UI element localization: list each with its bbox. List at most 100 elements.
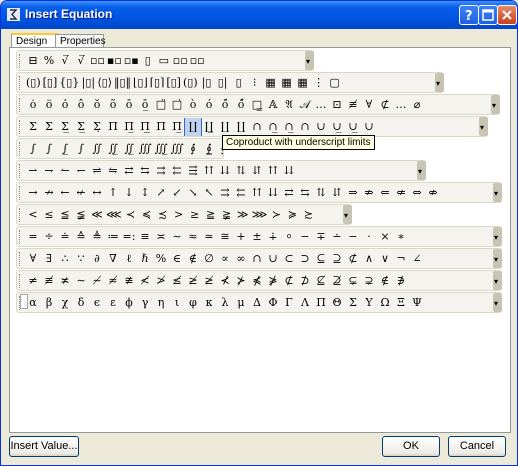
symbol-button[interactable]: √̅ [57, 52, 73, 70]
symbol-button[interactable]: ⇈ [249, 184, 265, 202]
symbol-button[interactable]: Υ [361, 294, 377, 312]
symbol-button[interactable]: □̈ [153, 96, 169, 114]
symbol-button[interactable]: ō [121, 96, 137, 114]
symbol-button[interactable]: ∮ [185, 140, 201, 158]
symbol-button[interactable]: ≯ [153, 272, 169, 290]
symbol-button[interactable]: ∪ [313, 118, 329, 136]
symbol-button[interactable]: ↽ [73, 162, 89, 180]
symbol-button[interactable]: ∫ [41, 140, 57, 158]
symbol-button[interactable]: (▯) [25, 74, 42, 92]
symbol-button[interactable]: ≜ [89, 228, 105, 246]
symbol-button[interactable]: ↓ [121, 184, 137, 202]
symbol-button[interactable]: ϵ [89, 294, 105, 312]
symbol-button[interactable]: ≈ [185, 228, 201, 246]
symbol-button[interactable]: ↕ [137, 184, 153, 202]
symbol-button[interactable]: ↗ [153, 184, 169, 202]
symbol-button[interactable]: ≺ [123, 206, 139, 224]
symbol-button[interactable]: ∔ [265, 228, 281, 246]
symbol-button[interactable]: ▦ [279, 74, 295, 92]
symbol-button[interactable]: √̅ [73, 52, 89, 70]
chevron-down-icon[interactable] [493, 271, 502, 290]
symbol-button[interactable]: ⇅ [313, 184, 329, 202]
symbol-button[interactable]: ö [41, 96, 57, 114]
coproduct-underscript-button[interactable]: ∐ [184, 118, 202, 136]
symbol-button[interactable]: ó [201, 96, 217, 114]
symbol-button[interactable]: γ [137, 294, 153, 312]
symbol-button[interactable]: (▯) [182, 74, 199, 92]
symbol-button[interactable]: ∐ [233, 118, 249, 136]
chevron-down-icon[interactable] [493, 249, 502, 268]
symbol-button[interactable]: Π̲ [121, 118, 137, 136]
symbol-button[interactable]: ∪̲ [345, 118, 361, 136]
symbol-button[interactable]: ▭ [156, 52, 172, 70]
symbol-button[interactable]: ≫ [235, 206, 251, 224]
symbol-button[interactable]: ⊂ [281, 250, 297, 268]
symbol-button[interactable]: ∬ [89, 140, 105, 158]
symbol-button[interactable]: ± [249, 228, 265, 246]
toolbar-grip[interactable] [19, 54, 22, 68]
symbol-button[interactable]: ⇏ [361, 184, 377, 202]
symbol-button[interactable]: ▫▫ [189, 52, 206, 70]
symbol-button[interactable]: ∮̲ [201, 140, 217, 158]
chevron-down-icon[interactable] [493, 293, 502, 312]
symbol-button[interactable]: ⇈ [265, 162, 281, 180]
chevron-down-icon[interactable] [435, 73, 444, 92]
symbol-button[interactable]: κ [201, 294, 217, 312]
toolbar-grip[interactable] [19, 186, 22, 200]
symbol-button[interactable]: Π̲ [169, 118, 185, 136]
symbol-button[interactable]: ô [73, 96, 89, 114]
symbol-button[interactable]: χ [57, 294, 73, 312]
symbol-button[interactable]: ↔ [89, 184, 105, 202]
symbol-button[interactable]: ⋙ [251, 206, 269, 224]
symbol-button[interactable]: % [41, 52, 57, 70]
symbol-button[interactable]: ⁝ [247, 74, 263, 92]
symbol-button[interactable]: ⇄ [121, 162, 137, 180]
symbol-button[interactable]: ÷ [41, 228, 57, 246]
toolbar-grip[interactable] [19, 252, 22, 266]
chevron-down-icon[interactable] [493, 183, 502, 202]
symbol-button[interactable]: ∀ [361, 96, 377, 114]
symbol-button[interactable]: ∓ [313, 228, 329, 246]
symbol-button[interactable]: ⊀ [217, 272, 233, 290]
symbol-button[interactable]: ≾ [155, 206, 171, 224]
symbol-button[interactable]: □̇ [169, 96, 185, 114]
symbol-button[interactable]: ∈ [169, 250, 185, 268]
symbol-button[interactable]: ⇒ [345, 184, 361, 202]
symbol-button[interactable]: ▦ [295, 74, 311, 92]
symbol-button[interactable]: × [377, 228, 393, 246]
symbol-button[interactable]: ⇵ [329, 184, 345, 202]
symbol-button[interactable]: ŏ [89, 96, 105, 114]
symbol-button[interactable]: ⇇ [233, 184, 249, 202]
symbol-button[interactable]: ≇ [121, 272, 137, 290]
symbol-button[interactable]: ȯ [25, 96, 41, 114]
symbol-button[interactable]: ≧ [203, 206, 219, 224]
symbol-button[interactable]: ≰ [169, 272, 185, 290]
symbol-button[interactable]: Δ [249, 294, 265, 312]
symbol-button[interactable]: = [25, 228, 41, 246]
symbol-button[interactable]: ≅ [217, 228, 233, 246]
symbol-button[interactable]: ∨ [377, 250, 393, 268]
symbol-button[interactable]: ∵ [73, 250, 89, 268]
symbol-button[interactable]: ⊊ [345, 272, 361, 290]
symbol-button[interactable]: β [41, 294, 57, 312]
symbol-button[interactable]: ⊄ [281, 272, 297, 290]
symbol-button[interactable]: ó̋ [233, 96, 249, 114]
symbol-button[interactable]: ≃ [201, 228, 217, 246]
symbol-button[interactable]: ← [57, 184, 73, 202]
symbol-button[interactable]: ≥ [187, 206, 203, 224]
symbol-button[interactable]: ≪ [89, 206, 105, 224]
symbol-button[interactable]: ∞ [233, 250, 249, 268]
symbol-button[interactable]: ∩ [297, 118, 313, 136]
symbol-button[interactable]: ⇁ [41, 162, 57, 180]
symbol-button[interactable]: ≐ [57, 228, 73, 246]
symbol-button[interactable]: ∐ [217, 118, 233, 136]
symbol-button[interactable]: ⇉ [153, 162, 169, 180]
symbol-button[interactable]: ⊟ [25, 52, 41, 70]
symbol-button[interactable]: ℓ [121, 250, 137, 268]
symbol-button[interactable]: ↼ [57, 162, 73, 180]
symbol-button[interactable]: ⊋ [361, 272, 377, 290]
symbol-button[interactable]: ⇊ [281, 162, 297, 180]
symbol-button[interactable]: ⇌ [89, 162, 105, 180]
symbol-button[interactable]: ≠ [25, 272, 41, 290]
symbol-button[interactable]: ō̲ [137, 96, 153, 114]
